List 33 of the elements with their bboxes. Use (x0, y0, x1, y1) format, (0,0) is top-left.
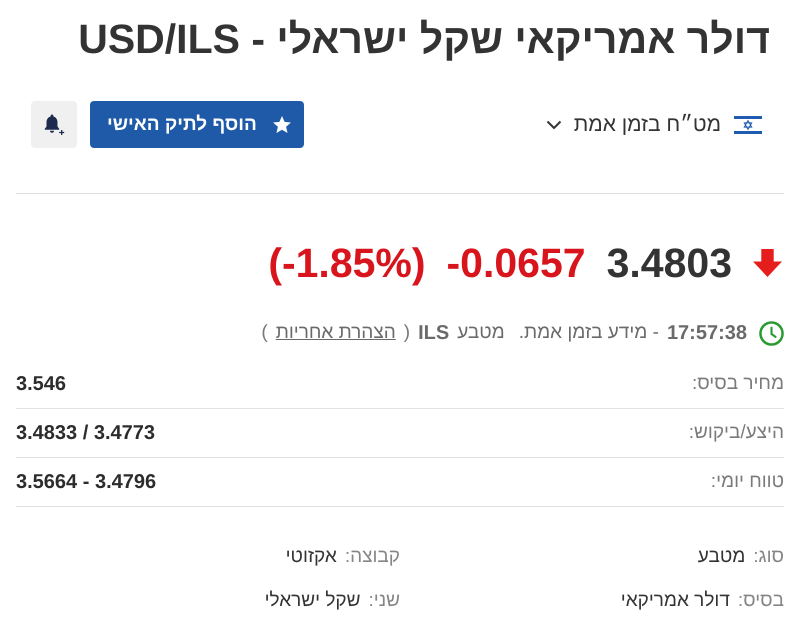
flag-icon (734, 114, 762, 134)
currency-code: ILS (418, 322, 450, 344)
star-icon (272, 116, 291, 133)
detail-value: אקזוטי (286, 546, 337, 568)
stat-label: טווח יומי: (710, 471, 784, 493)
chevron-down-icon (546, 120, 562, 130)
percent-change: (-1.85%) (268, 239, 426, 288)
stat-value: 3.546 (16, 372, 66, 396)
stat-value: 3.5664 - 3.4796 (16, 470, 156, 494)
bell-plus-icon (44, 114, 64, 135)
add-to-portfolio-button[interactable]: הוסף לתיק האישי (90, 101, 304, 148)
stat-value: 3.4833 / 3.4773 (16, 422, 156, 444)
detail-value: מטבע (698, 546, 746, 568)
add-alert-button[interactable] (31, 101, 77, 148)
detail-label: קבוצה: (344, 546, 400, 568)
detail-value: שקל ישראלי (264, 590, 361, 612)
clock-icon (759, 320, 784, 346)
disclaimer-link[interactable]: הצהרת אחריות (276, 322, 396, 344)
price-change: -0.0657 (446, 239, 586, 288)
detail-label: שני: (368, 590, 400, 612)
detail-value: דולר אמריקאי (620, 590, 730, 612)
update-time: 17:57:38 (666, 322, 747, 344)
page-title: דולר אמריקאי שקל ישראלי - USD/ILS (77, 15, 771, 64)
stat-label: היצע/ביקוש: (688, 422, 784, 444)
last-price: 3.4803 (606, 239, 732, 288)
closing-parenthesis: ) (261, 322, 268, 344)
detail-label: סוג: (753, 546, 784, 568)
currency-label: מטבע (457, 322, 505, 344)
stat-label: מחיר בסיס: (692, 373, 784, 395)
realtime-note: - מידע בזמן אמת. (518, 322, 659, 344)
market-selector[interactable]: מט״ח בזמן אמת (546, 112, 762, 136)
detail-label: בסיס: (738, 590, 784, 612)
opening-parenthesis: ( (404, 322, 410, 344)
